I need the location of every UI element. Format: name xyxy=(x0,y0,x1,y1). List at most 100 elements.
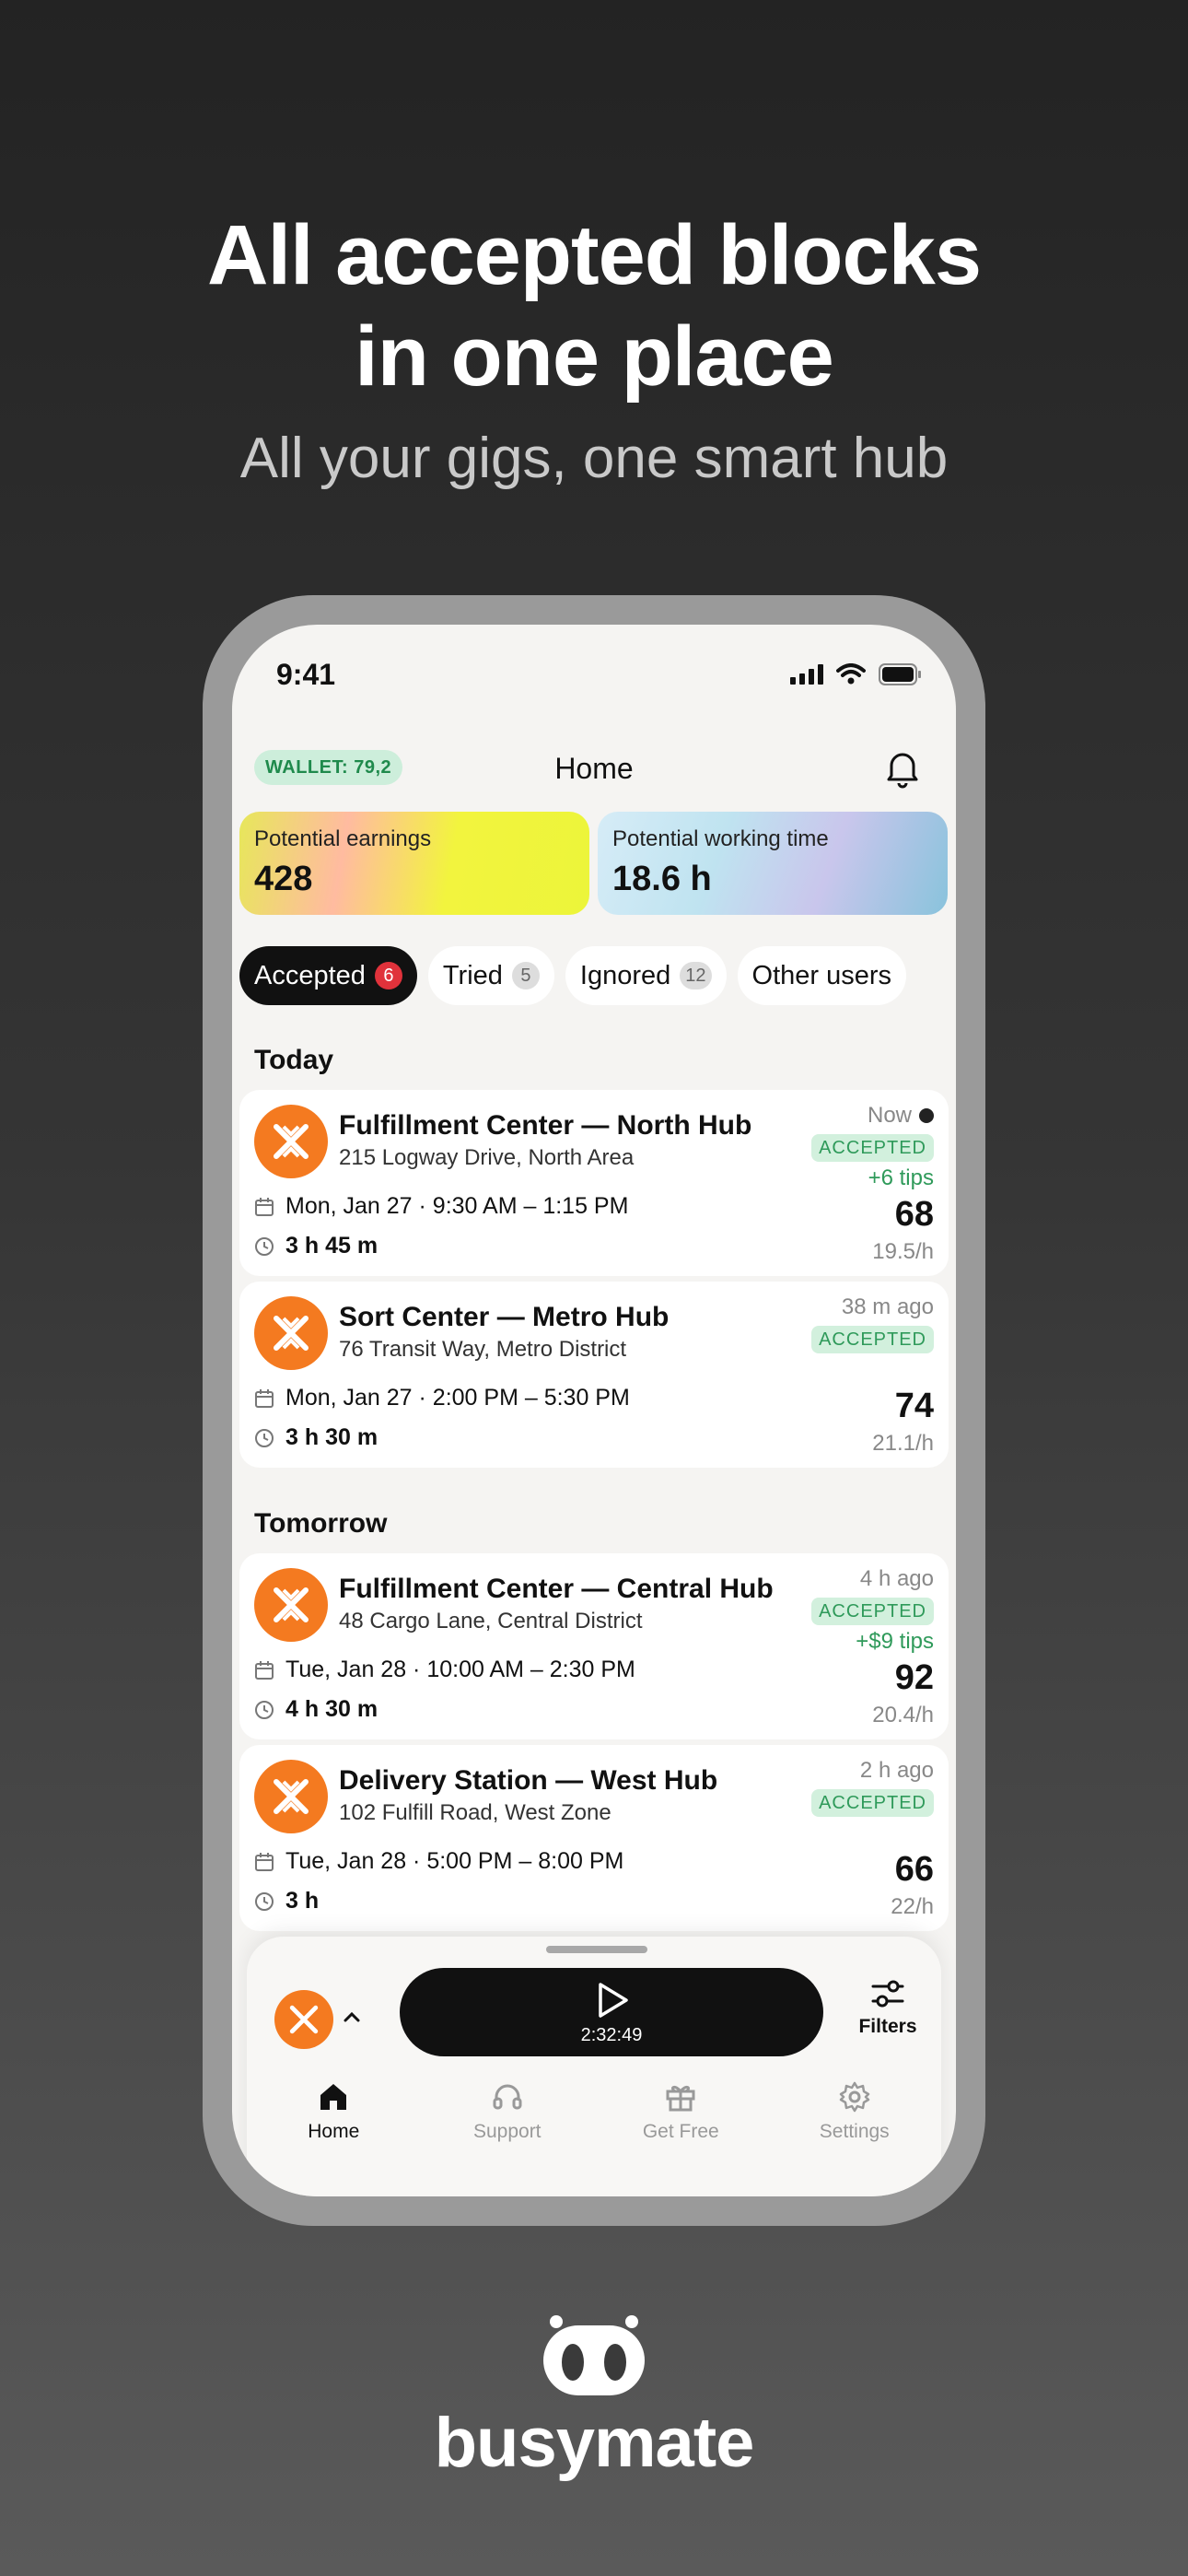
nav-support[interactable]: Support xyxy=(438,2080,577,2143)
status-badge: ACCEPTED xyxy=(811,1134,934,1162)
block-duration-row: 4 h 30 m xyxy=(254,1696,378,1723)
block-card[interactable]: Delivery Station — West Hub 102 Fulfill … xyxy=(239,1745,949,1931)
block-address: 215 Logway Drive, North Area xyxy=(339,1145,635,1170)
nav-home[interactable]: Home xyxy=(264,2080,402,2143)
status-badge: ACCEPTED xyxy=(811,1789,934,1817)
block-amount: 68 xyxy=(894,1195,934,1234)
time-ago-text: 4 h ago xyxy=(859,1566,934,1591)
headline-line-1: All accepted blocks xyxy=(207,208,982,302)
bell-icon[interactable] xyxy=(882,748,923,789)
block-logo xyxy=(254,1296,328,1370)
tab-count: 5 xyxy=(511,962,540,989)
bottom-sheet: 2:32:49 Filters Home Support Get Free Se… xyxy=(247,1937,941,2196)
block-duration: 3 h 30 m xyxy=(285,1424,379,1450)
tab-count: 6 xyxy=(374,962,402,989)
filters-label: Filters xyxy=(858,2016,917,2037)
brand-wordmark: busymate xyxy=(434,2404,755,2482)
nav-label: Support xyxy=(472,2121,542,2142)
block-rate: 19.5/h xyxy=(872,1239,934,1264)
block-time-ago: 38 m ago xyxy=(842,1294,934,1320)
headline-line-2: in one place xyxy=(355,310,834,404)
block-address: 102 Fulfill Road, West Zone xyxy=(339,1800,611,1825)
block-tips: +$9 tips xyxy=(856,1629,934,1654)
page-title: Home xyxy=(554,752,634,785)
block-duration: 4 h 30 m xyxy=(285,1696,379,1722)
tab-tried[interactable]: Tried 5 xyxy=(427,946,554,1005)
platform-switcher[interactable] xyxy=(274,1990,333,2049)
gear-icon xyxy=(839,2081,869,2113)
potential-working-time-card: Potential working time 18.6 h xyxy=(598,812,948,915)
wifi-icon xyxy=(836,663,866,685)
calendar-icon xyxy=(255,1388,274,1408)
block-amount: 74 xyxy=(894,1387,934,1425)
status-icons xyxy=(790,663,923,685)
block-amount: 66 xyxy=(894,1850,934,1889)
block-date-row: Mon, Jan 27 · 9:30 AM – 1:15 PM xyxy=(254,1193,628,1220)
block-card[interactable]: Fulfillment Center — Central Hub 48 Carg… xyxy=(239,1553,949,1739)
busymate-mascot-logo xyxy=(543,2315,645,2395)
tab-label: Tried xyxy=(442,960,503,990)
block-duration-row: 3 h 30 m xyxy=(254,1424,378,1451)
stat-value: 18.6 h xyxy=(612,860,712,898)
block-logo xyxy=(254,1568,328,1642)
clock-icon xyxy=(255,1428,274,1447)
sliders-icon xyxy=(871,1980,904,2008)
gift-icon xyxy=(666,2085,695,2112)
play-icon xyxy=(599,1983,628,2018)
cross-logo-icon xyxy=(274,1587,309,1622)
filters-button[interactable]: Filters xyxy=(851,1977,925,2038)
block-logo xyxy=(254,1760,328,1833)
nav-label: Settings xyxy=(819,2121,890,2142)
cross-logo-icon xyxy=(274,1316,309,1351)
phone-screen: 9:41 WALLET: 79,2 Home Potential earning… xyxy=(232,625,956,2196)
headset-icon xyxy=(493,2084,522,2110)
nav-label: Home xyxy=(308,2121,360,2142)
tab-accepted[interactable]: Accepted 6 xyxy=(239,946,417,1005)
chevron-up-icon[interactable] xyxy=(343,2010,361,2023)
nav-get-free[interactable]: Get Free xyxy=(611,2080,750,2143)
marketing-headline: All accepted blocks in one place xyxy=(0,205,1188,407)
marketing-subheadline: All your gigs, one smart hub xyxy=(239,427,949,490)
tab-other-users[interactable]: Other users xyxy=(737,946,907,1005)
nav-settings[interactable]: Settings xyxy=(786,2080,924,2143)
tab-ignored[interactable]: Ignored 12 xyxy=(565,946,727,1005)
block-rate: 21.1/h xyxy=(872,1431,934,1456)
time-ago-text: 2 h ago xyxy=(859,1758,934,1783)
tab-label: Other users xyxy=(751,960,892,990)
block-name: Fulfillment Center — Central Hub xyxy=(339,1574,774,1604)
calendar-icon xyxy=(255,1852,274,1871)
potential-earnings-card: Potential earnings 428 xyxy=(239,812,589,915)
block-address: 48 Cargo Lane, Central District xyxy=(339,1609,643,1633)
calendar-icon xyxy=(255,1660,274,1680)
time-ago-text: 38 m ago xyxy=(841,1294,934,1319)
block-date-row: Tue, Jan 28 · 5:00 PM – 8:00 PM xyxy=(254,1848,623,1875)
clock-icon xyxy=(255,1236,274,1256)
timer-text: 2:32:49 xyxy=(580,2025,643,2045)
stat-label: Potential earnings xyxy=(254,826,432,851)
block-duration: 3 h 45 m xyxy=(285,1233,379,1259)
tab-label: Accepted xyxy=(254,960,366,990)
block-card[interactable]: Fulfillment Center — North Hub 215 Logwa… xyxy=(239,1090,949,1276)
block-rate: 20.4/h xyxy=(872,1703,934,1727)
clock-icon xyxy=(255,1700,274,1719)
block-amount: 92 xyxy=(894,1658,934,1697)
sheet-handle[interactable] xyxy=(546,1946,647,1953)
tab-count: 12 xyxy=(680,962,712,989)
battery-icon xyxy=(879,663,921,685)
block-name: Sort Center — Metro Hub xyxy=(339,1302,670,1332)
block-logo xyxy=(254,1105,328,1178)
cross-logo-icon xyxy=(274,1124,309,1159)
nav-label: Get Free xyxy=(642,2121,719,2142)
time-ago-text: Now xyxy=(867,1103,912,1128)
signal-icon xyxy=(790,664,823,685)
block-date: Tue, Jan 28 · 10:00 AM – 2:30 PM xyxy=(285,1657,635,1682)
block-date: Mon, Jan 27 · 2:00 PM – 5:30 PM xyxy=(285,1385,630,1411)
block-date-row: Mon, Jan 27 · 2:00 PM – 5:30 PM xyxy=(254,1385,630,1411)
block-name: Delivery Station — West Hub xyxy=(339,1765,718,1796)
block-duration-row: 3 h xyxy=(254,1888,319,1914)
calendar-icon xyxy=(255,1197,274,1216)
cross-logo-icon xyxy=(289,2005,319,2034)
block-date: Tue, Jan 28 · 5:00 PM – 8:00 PM xyxy=(285,1848,624,1874)
play-button[interactable]: 2:32:49 xyxy=(400,1968,823,2056)
block-card[interactable]: Sort Center — Metro Hub 76 Transit Way, … xyxy=(239,1282,949,1468)
